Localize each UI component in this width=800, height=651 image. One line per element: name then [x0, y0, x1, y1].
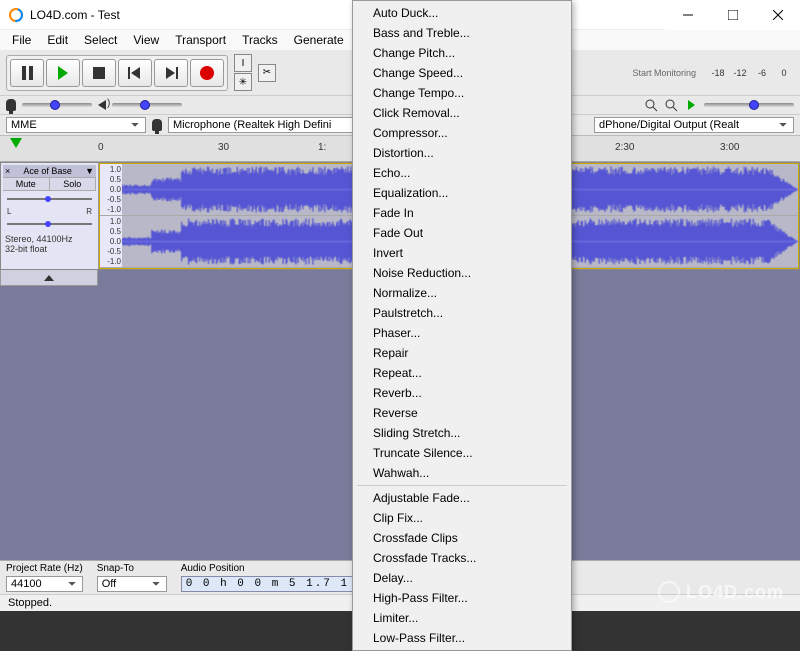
effect-item[interactable]: Phaser...: [353, 323, 571, 343]
snap-to-select[interactable]: Off: [97, 576, 167, 592]
effect-item[interactable]: Repeat...: [353, 363, 571, 383]
skip-end-button[interactable]: [154, 59, 188, 87]
app-icon: [8, 7, 24, 23]
zoom-out-icon[interactable]: [644, 98, 658, 112]
track-name-dropdown[interactable]: × Ace of Base▼: [3, 165, 96, 177]
solo-button[interactable]: Solo: [50, 178, 97, 190]
effect-item[interactable]: Change Tempo...: [353, 83, 571, 103]
effect-item[interactable]: Wahwah...: [353, 463, 571, 483]
close-button[interactable]: [755, 0, 800, 30]
effect-item[interactable]: Reverse: [353, 403, 571, 423]
effect-item[interactable]: Change Speed...: [353, 63, 571, 83]
effect-item[interactable]: Bass and Treble...: [353, 23, 571, 43]
record-button[interactable]: [190, 59, 224, 87]
play-button[interactable]: [46, 59, 80, 87]
effect-item[interactable]: Normalize...: [353, 283, 571, 303]
menu-edit[interactable]: Edit: [39, 31, 76, 49]
menu-generate[interactable]: Generate: [286, 31, 352, 49]
effect-item[interactable]: Compressor...: [353, 123, 571, 143]
project-rate-select[interactable]: 44100: [6, 576, 83, 592]
pan-slider[interactable]: [7, 219, 92, 229]
app-window: LO4D.com - Test FileEditSelectViewTransp…: [0, 0, 800, 611]
track-panel: × Ace of Base▼ Mute Solo LR Stereo, 4410…: [1, 163, 99, 269]
effect-item[interactable]: Adjustable Fade...: [353, 488, 571, 508]
watermark-icon: [658, 581, 680, 603]
output-device-select[interactable]: dPhone/Digital Output (Realt: [594, 117, 794, 133]
gain-slider[interactable]: [7, 194, 92, 204]
transport-controls: [6, 55, 228, 91]
effect-item[interactable]: Fade Out: [353, 223, 571, 243]
pause-button[interactable]: [10, 59, 44, 87]
track-format-label: Stereo, 44100Hz32-bit float: [3, 232, 96, 256]
project-rate-label: Project Rate (Hz): [6, 563, 83, 574]
effect-item[interactable]: Clip Fix...: [353, 508, 571, 528]
edit-tool-grid: ✂: [258, 64, 276, 82]
track-collapse-button[interactable]: [0, 270, 98, 286]
menu-transport[interactable]: Transport: [167, 31, 234, 49]
effect-item[interactable]: Distortion...: [353, 143, 571, 163]
zoom-in-icon[interactable]: [664, 98, 678, 112]
snap-to-label: Snap-To: [97, 563, 167, 574]
effect-item[interactable]: Repair: [353, 343, 571, 363]
effect-item[interactable]: Sliding Stretch...: [353, 423, 571, 443]
playback-volume-slider[interactable]: [112, 103, 182, 107]
amplitude-scale-left: 1.00.50.0-0.5-1.0: [100, 164, 122, 215]
maximize-button[interactable]: [710, 0, 755, 30]
effect-item[interactable]: High-Pass Filter...: [353, 588, 571, 608]
effect-item[interactable]: Change Pitch...: [353, 43, 571, 63]
start-monitoring-label[interactable]: Start Monitoring: [628, 66, 700, 80]
effect-item[interactable]: Auto Duck...: [353, 3, 571, 23]
cut-tool-icon[interactable]: ✂: [258, 64, 276, 82]
amplitude-scale-right: 1.00.50.0-0.5-1.0: [100, 216, 122, 267]
effect-item[interactable]: Limiter...: [353, 608, 571, 628]
mic-icon-2: [152, 119, 162, 131]
speaker-icon: [98, 100, 106, 110]
effect-menu-dropdown: Auto Duck...Bass and Treble...Change Pit…: [352, 0, 572, 651]
effect-item[interactable]: Echo...: [353, 163, 571, 183]
window-buttons: [665, 0, 800, 30]
menu-select[interactable]: Select: [76, 31, 125, 49]
effect-item[interactable]: Click Removal...: [353, 103, 571, 123]
stop-button[interactable]: [82, 59, 116, 87]
effect-item[interactable]: Crossfade Clips: [353, 528, 571, 548]
menu-file[interactable]: File: [4, 31, 39, 49]
effect-item[interactable]: Invert: [353, 243, 571, 263]
zoom-tool-icon[interactable]: ✳: [234, 73, 252, 91]
effect-item[interactable]: Equalization...: [353, 183, 571, 203]
effect-item[interactable]: Paulstretch...: [353, 303, 571, 323]
effect-item[interactable]: Fade In: [353, 203, 571, 223]
effect-item[interactable]: Low-Pass Filter...: [353, 628, 571, 648]
effect-item[interactable]: Noise Reduction...: [353, 263, 571, 283]
record-volume-slider[interactable]: [22, 103, 92, 107]
play-at-speed-button[interactable]: [684, 98, 698, 112]
effect-item[interactable]: Delay...: [353, 568, 571, 588]
mute-button[interactable]: Mute: [3, 178, 50, 190]
effect-item[interactable]: Reverb...: [353, 383, 571, 403]
watermark: LO4D.com: [658, 581, 784, 603]
record-meter-db: -18-12-60: [708, 68, 794, 78]
tool-grid: I ✳: [234, 54, 252, 91]
playback-speed-slider[interactable]: [704, 103, 794, 107]
effect-item[interactable]: Truncate Silence...: [353, 443, 571, 463]
menu-view[interactable]: View: [125, 31, 167, 49]
effect-item[interactable]: Crossfade Tracks...: [353, 548, 571, 568]
selection-tool-icon[interactable]: I: [234, 54, 252, 72]
skip-start-button[interactable]: [118, 59, 152, 87]
menu-tracks[interactable]: Tracks: [234, 31, 286, 49]
minimize-button[interactable]: [665, 0, 710, 30]
host-select[interactable]: MME: [6, 117, 146, 133]
playhead-marker-icon[interactable]: [10, 138, 22, 148]
mic-icon: [6, 99, 16, 111]
